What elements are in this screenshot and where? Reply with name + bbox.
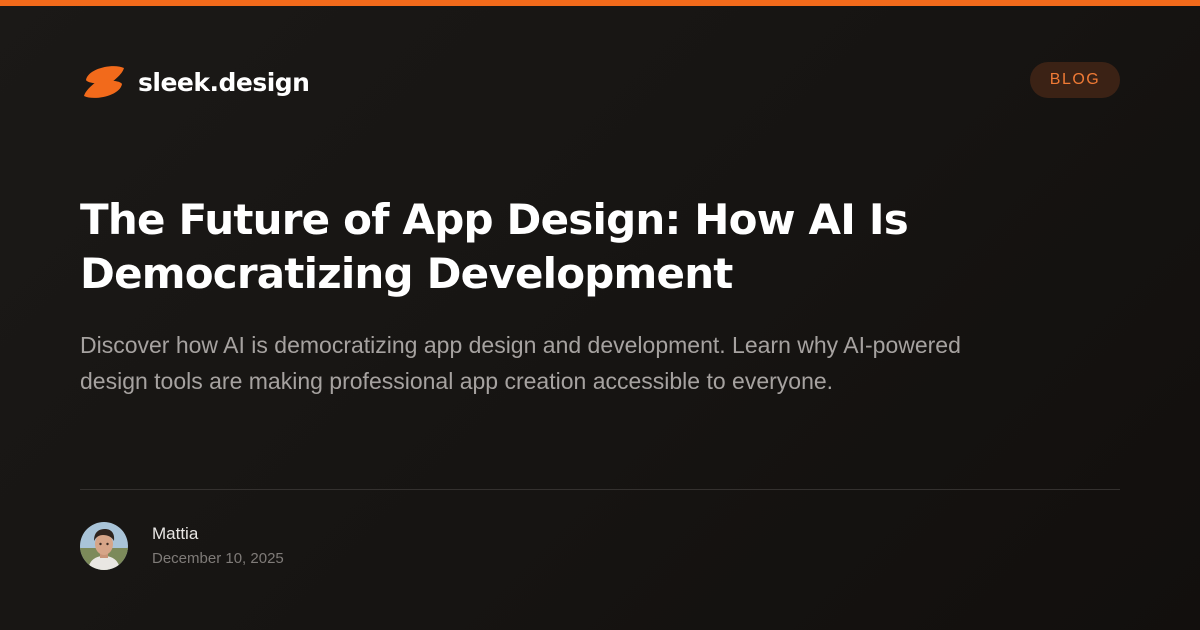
author-block: Mattia December 10, 2025 (80, 522, 284, 570)
divider (80, 489, 1120, 490)
brand-name: sleek.design (138, 67, 310, 97)
swirl-logo-icon (80, 62, 128, 102)
author-avatar (80, 522, 128, 570)
category-badge: BLOG (1030, 62, 1120, 98)
article-title: The Future of App Design: How AI Is Demo… (80, 195, 909, 298)
brand-logo[interactable]: sleek.design (80, 60, 310, 104)
top-accent-bar (0, 0, 1200, 6)
author-meta: Mattia December 10, 2025 (152, 523, 284, 569)
article-description: Discover how AI is democratizing app des… (80, 332, 961, 394)
post-date: December 10, 2025 (152, 550, 284, 567)
author-name: Mattia (152, 524, 199, 543)
